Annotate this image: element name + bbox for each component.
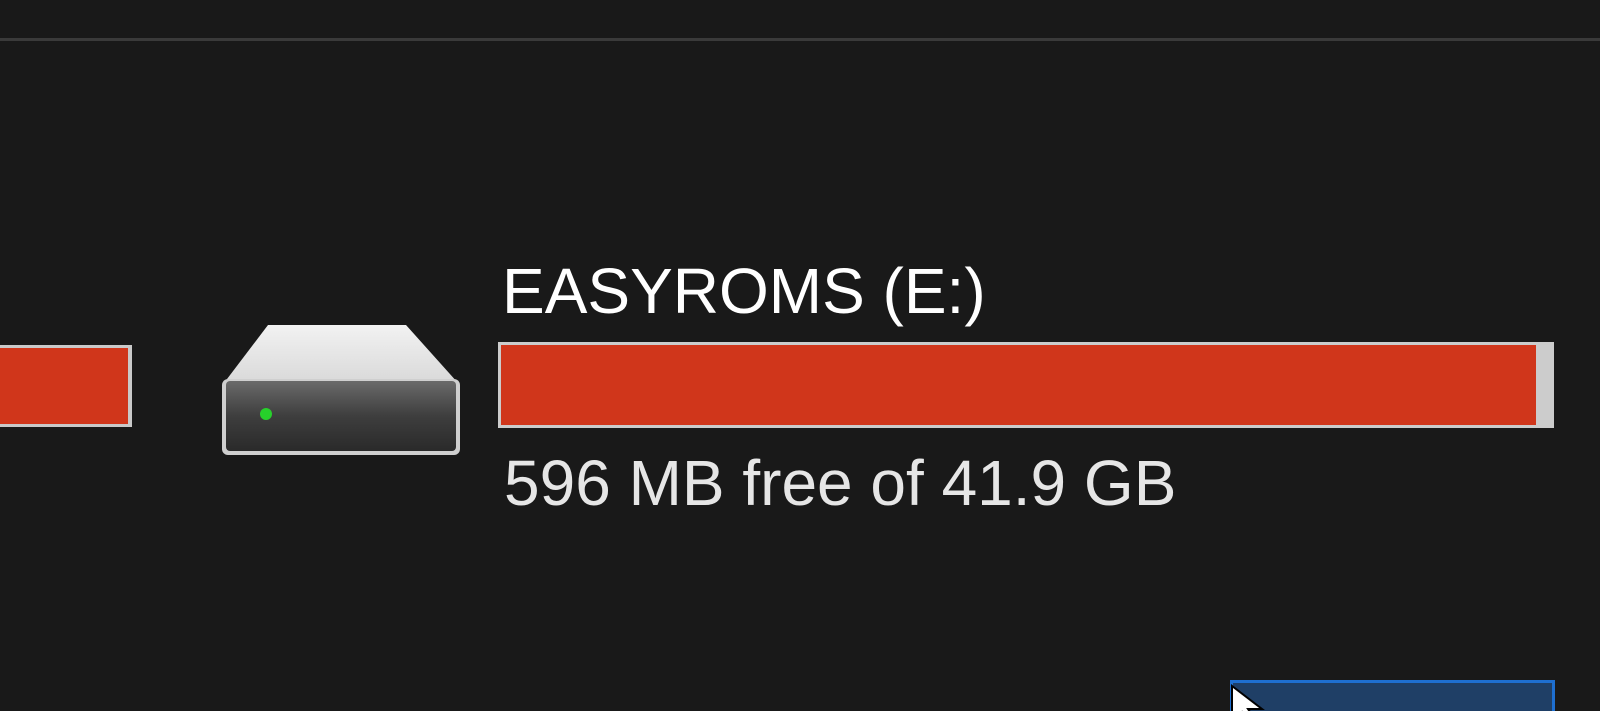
drive-usage-fill-previous — [0, 348, 128, 424]
mouse-pointer-icon — [1231, 684, 1265, 711]
drive-activity-led — [260, 408, 272, 420]
selection-highlight — [1230, 680, 1555, 711]
drive-usage-bar-previous — [0, 345, 132, 427]
drive-usage-bar — [498, 342, 1554, 428]
this-pc-drives-view: EASYROMS (E:) 596 MB free of 41.9 GB — [0, 0, 1600, 711]
hard-drive-icon — [222, 325, 460, 455]
drive-name: EASYROMS (E:) — [502, 255, 986, 327]
section-divider — [0, 38, 1600, 41]
drive-tile-easyroms[interactable]: EASYROMS (E:) 596 MB free of 41.9 GB — [220, 255, 1565, 535]
drive-usage-fill — [501, 345, 1537, 425]
drive-free-space: 596 MB free of 41.9 GB — [504, 447, 1177, 519]
